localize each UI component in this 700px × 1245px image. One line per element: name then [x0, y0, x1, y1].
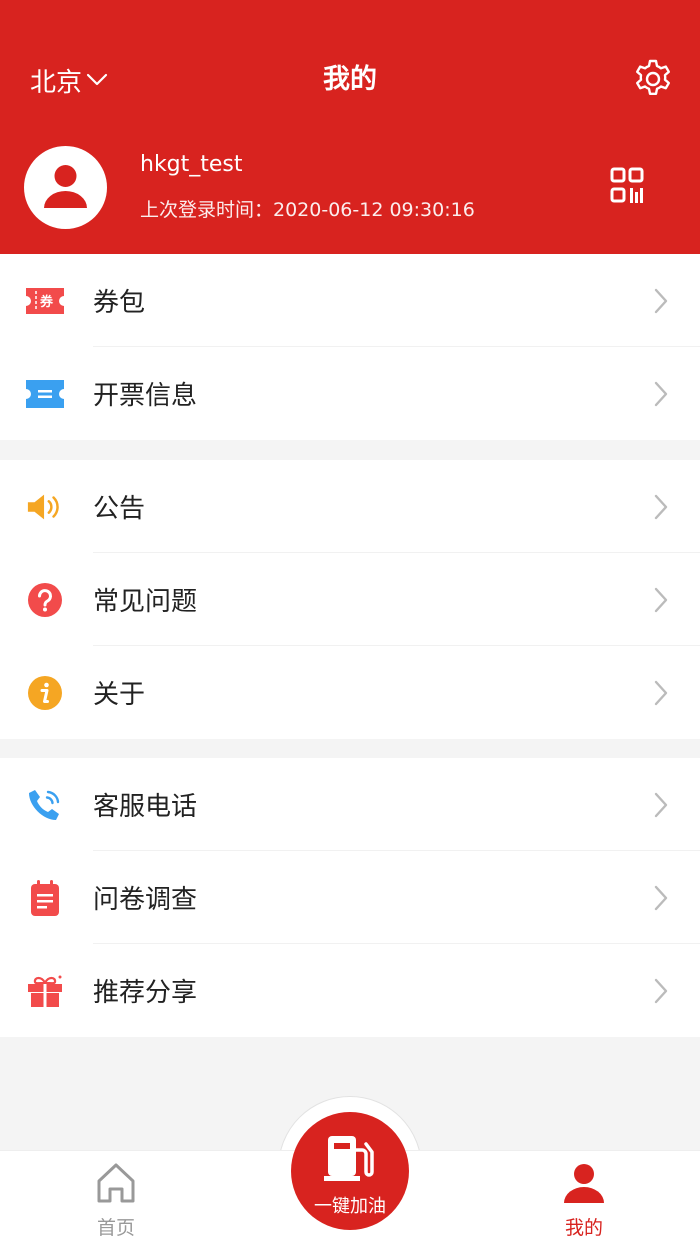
menu-group-3: 客服电话 问卷调查 推荐分享 [0, 758, 700, 1037]
menu-item-customer-service[interactable]: 客服电话 [0, 758, 700, 851]
menu-item-coupons[interactable]: 券 券包 [0, 254, 700, 347]
chevron-right-icon [654, 680, 668, 705]
menu-item-label: 公告 [93, 494, 146, 524]
menu-item-faq[interactable]: 常见问题 [0, 553, 700, 646]
question-icon [26, 581, 64, 619]
menu-item-label: 券包 [93, 288, 146, 318]
user-icon [564, 1164, 604, 1203]
menu-item-invoice[interactable]: 开票信息 [0, 347, 700, 440]
home-icon [97, 1163, 135, 1203]
tab-label: 我的 [564, 1217, 603, 1239]
gear-icon [636, 59, 670, 95]
username: hkgt_test [140, 152, 243, 177]
coupon-icon: 券 [26, 282, 64, 320]
menu-item-label: 问卷调查 [93, 885, 198, 915]
chevron-right-icon [654, 494, 668, 519]
profile-header: 北京 我的 hkgt_test 上次登录时间：2020-06-12 09:30:… [0, 0, 700, 254]
phone-icon [26, 786, 64, 824]
chevron-right-icon [654, 792, 668, 817]
fuel-pump-icon [324, 1136, 374, 1181]
chevron-right-icon [654, 885, 668, 910]
tab-home[interactable]: 首页 [56, 1161, 176, 1240]
info-icon [26, 674, 64, 712]
menu-item-label: 推荐分享 [93, 978, 198, 1008]
chevron-right-icon [654, 381, 668, 406]
settings-button[interactable] [632, 58, 674, 100]
chevron-right-icon [654, 288, 668, 313]
menu-item-announcements[interactable]: 公告 [0, 460, 700, 553]
survey-icon [26, 879, 64, 917]
page-title: 我的 [323, 64, 377, 95]
menu-item-label: 常见问题 [93, 587, 198, 617]
chevron-right-icon [654, 587, 668, 612]
tab-label: 首页 [96, 1217, 135, 1239]
qr-code-button[interactable] [610, 167, 644, 205]
menu-item-label: 客服电话 [93, 792, 198, 822]
invoice-icon [26, 375, 64, 413]
menu-group-1: 券 券包 开票信息 [0, 254, 700, 440]
speaker-icon [26, 488, 64, 526]
gift-icon [26, 972, 64, 1010]
tab-me[interactable]: 我的 [524, 1161, 644, 1240]
chevron-right-icon [654, 978, 668, 1003]
last-login-time: 上次登录时间：2020-06-12 09:30:16 [140, 199, 475, 221]
menu-item-label: 开票信息 [93, 381, 198, 411]
quick-refuel-label: 一键加油 [314, 1196, 386, 1217]
menu-item-survey[interactable]: 问卷调查 [0, 851, 700, 944]
quick-refuel-button[interactable]: 一键加油 [291, 1112, 409, 1230]
qr-code-icon [610, 167, 644, 203]
menu-item-referral[interactable]: 推荐分享 [0, 944, 700, 1037]
menu-item-label: 关于 [93, 680, 146, 710]
menu-item-about[interactable]: 关于 [0, 646, 700, 739]
menu-group-2: 公告 常见问题 关于 [0, 460, 700, 739]
user-icon [44, 165, 87, 208]
avatar[interactable] [24, 146, 107, 229]
coupon-icon-text: 券 [40, 294, 54, 310]
